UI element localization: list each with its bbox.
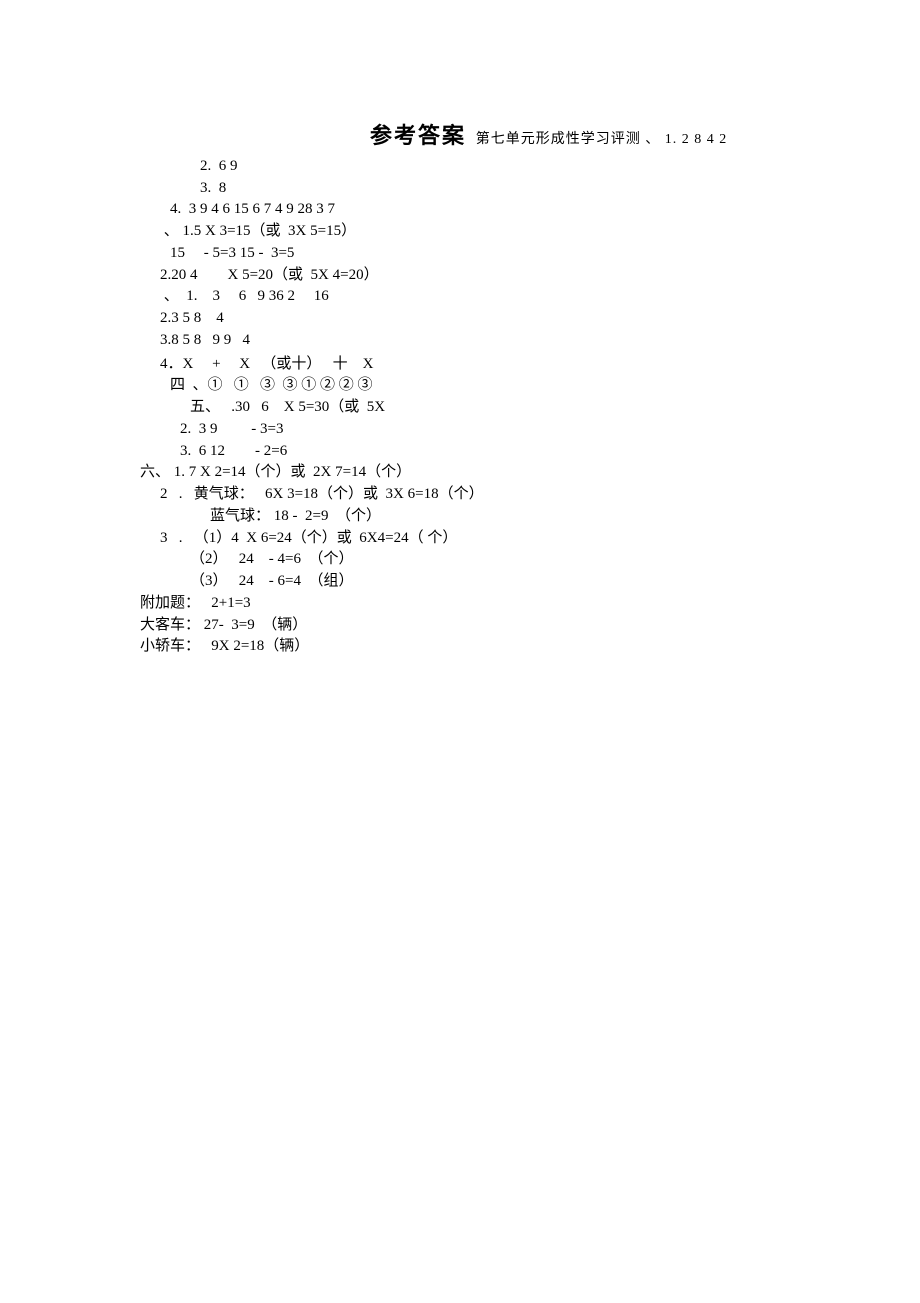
answer-line: 小轿车： 9X 2=18（辆） xyxy=(140,636,800,658)
answer-key-page: 参考答案 第七单元形成性学习评测 、 1. 2 8 4 2 2. 6 9 3. … xyxy=(0,0,920,658)
answer-line: 、 1. 3 6 9 36 2 16 xyxy=(160,286,800,308)
answer-line: 3.8 5 8 9 9 4 xyxy=(160,330,800,352)
answer-line: 4. 3 9 4 6 15 6 7 4 9 28 3 7 xyxy=(170,199,800,221)
answer-line: 2. 6 9 xyxy=(200,156,800,178)
answer-line: 15 - 5=3 15 - 3=5 xyxy=(170,243,800,265)
answer-line: 四 、① ① ③ ③ ① ② ② ③ xyxy=(170,375,800,397)
answer-line: 2. 3 9 - 3=3 xyxy=(180,419,800,441)
answer-line: 3. 6 12 - 2=6 xyxy=(180,441,800,463)
answer-line: 六、 1. 7 X 2=14（个）或 2X 7=14（个） xyxy=(140,462,800,484)
answer-line: 2.20 4 X 5=20（或 5X 4=20） xyxy=(160,265,800,287)
page-title: 参考答案 xyxy=(370,123,466,148)
answer-line: 附加题： 2+1=3 xyxy=(140,593,800,615)
answer-line: 4．X + X （或十） 十 X xyxy=(160,354,800,376)
answer-line: （3） 24 - 6=4 （组） xyxy=(190,571,800,593)
title-row: 参考答案 第七单元形成性学习评测 、 1. 2 8 4 2 xyxy=(370,120,800,152)
answer-line: 、 1.5 X 3=15（或 3X 5=15） xyxy=(160,221,800,243)
answer-line: 3. 8 xyxy=(200,178,800,200)
title-subtitle: 第七单元形成性学习评测 、 1. 2 8 4 2 xyxy=(476,132,728,147)
answer-line: 3 . （1）4 X 6=24（个）或 6X4=24（ 个） xyxy=(160,528,800,550)
answer-line: 蓝气球： 18 - 2=9 （个） xyxy=(210,506,800,528)
answer-line: 2.3 5 8 4 xyxy=(160,308,800,330)
answer-line: （2） 24 - 4=6 （个） xyxy=(190,549,800,571)
answer-line: 2 . 黄气球： 6X 3=18（个）或 3X 6=18（个） xyxy=(160,484,800,506)
answer-line: 大客车： 27- 3=9 （辆） xyxy=(140,615,800,637)
answer-line: 五、 .30 6 X 5=30（或 5X xyxy=(190,397,800,419)
